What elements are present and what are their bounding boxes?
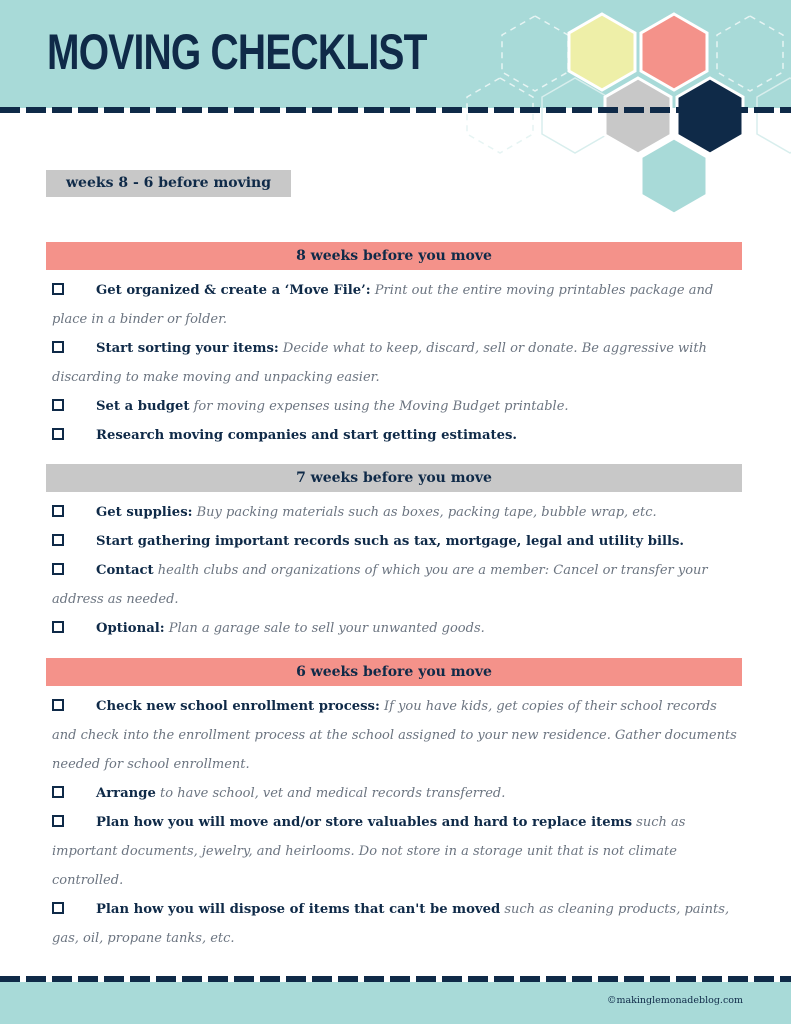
section-heading-8-weeks: 8 weeks before you move: [46, 242, 742, 270]
checklist-item: Arrange to have school, vet and medical …: [52, 779, 742, 808]
header-dashed-divider: [0, 107, 791, 113]
checklist-item: Check new school enrollment process: If …: [52, 692, 742, 779]
week-range-tag: weeks 8 - 6 before moving: [46, 170, 291, 197]
checklist-item: Plan how you will dispose of items that …: [52, 895, 742, 953]
gray-hexagon: [603, 76, 673, 156]
checklist-item: Get organized & create a ‘Move File’: Pr…: [52, 276, 742, 334]
item-lead: Plan how you will dispose of items that …: [96, 902, 501, 917]
item-lead: Start gathering important records such a…: [96, 534, 685, 549]
dashed-hexagon-outline: [466, 77, 534, 154]
checklist-6-weeks: Check new school enrollment process: If …: [52, 692, 742, 953]
copyright-text: ©makinglemonadeblog.com: [606, 995, 743, 1006]
checkbox[interactable]: [52, 505, 64, 517]
item-lead: Check new school enrollment process:: [96, 699, 380, 714]
coral-hexagon: [639, 12, 709, 92]
checklist-item: Contact health clubs and organizations o…: [52, 556, 742, 614]
checkbox[interactable]: [52, 341, 64, 353]
checkbox[interactable]: [52, 699, 64, 711]
checklist-item: Get supplies: Buy packing materials such…: [52, 498, 742, 527]
checklist-item: Start sorting your items: Decide what to…: [52, 334, 742, 392]
section-heading-7-weeks: 7 weeks before you move: [46, 464, 742, 492]
checklist-item: Optional: Plan a garage sale to sell you…: [52, 614, 742, 643]
item-description: for moving expenses using the Moving Bud…: [189, 399, 569, 414]
item-description: Buy packing materials such as boxes, pac…: [192, 505, 657, 520]
checklist-7-weeks: Get supplies: Buy packing materials such…: [52, 498, 742, 643]
item-lead: Arrange: [96, 786, 156, 801]
checklist-item: Set a budget for moving expenses using t…: [52, 392, 742, 421]
page-title: MOVING CHECKLIST: [47, 24, 427, 80]
item-lead: Set a budget: [96, 399, 190, 414]
checkbox[interactable]: [52, 563, 64, 575]
checkbox[interactable]: [52, 534, 64, 546]
navy-hexagon: [675, 76, 745, 156]
item-lead: Optional:: [96, 621, 165, 636]
checklist-item: Plan how you will move and/or store valu…: [52, 808, 742, 895]
checkbox[interactable]: [52, 428, 64, 440]
item-lead: Start sorting your items:: [96, 341, 279, 356]
item-lead: Get supplies:: [96, 505, 193, 520]
hexagon-outline: [756, 77, 791, 154]
dashed-hexagon-outline: [716, 15, 784, 92]
item-lead: Plan how you will move and/or store valu…: [96, 815, 633, 830]
checkbox[interactable]: [52, 283, 64, 295]
teal-hexagon: [639, 136, 709, 216]
checkbox[interactable]: [52, 399, 64, 411]
item-lead: Contact: [96, 563, 154, 578]
checkbox[interactable]: [52, 621, 64, 633]
section-heading-6-weeks: 6 weeks before you move: [46, 658, 742, 686]
checkbox[interactable]: [52, 902, 64, 914]
item-description: Plan a garage sale to sell your unwanted…: [164, 621, 485, 636]
item-lead: Get organized & create a ‘Move File’:: [96, 283, 371, 298]
dashed-hexagon-outline: [501, 15, 569, 92]
item-description: to have school, vet and medical records …: [155, 786, 506, 801]
checkbox[interactable]: [52, 786, 64, 798]
checklist-item: Start gathering important records such a…: [52, 527, 742, 556]
yellow-hexagon: [567, 12, 637, 92]
item-lead: Research moving companies and start gett…: [96, 428, 517, 443]
checklist-8-weeks: Get organized & create a ‘Move File’: Pr…: [52, 276, 742, 450]
checkbox[interactable]: [52, 815, 64, 827]
checklist-item: Research moving companies and start gett…: [52, 421, 742, 450]
